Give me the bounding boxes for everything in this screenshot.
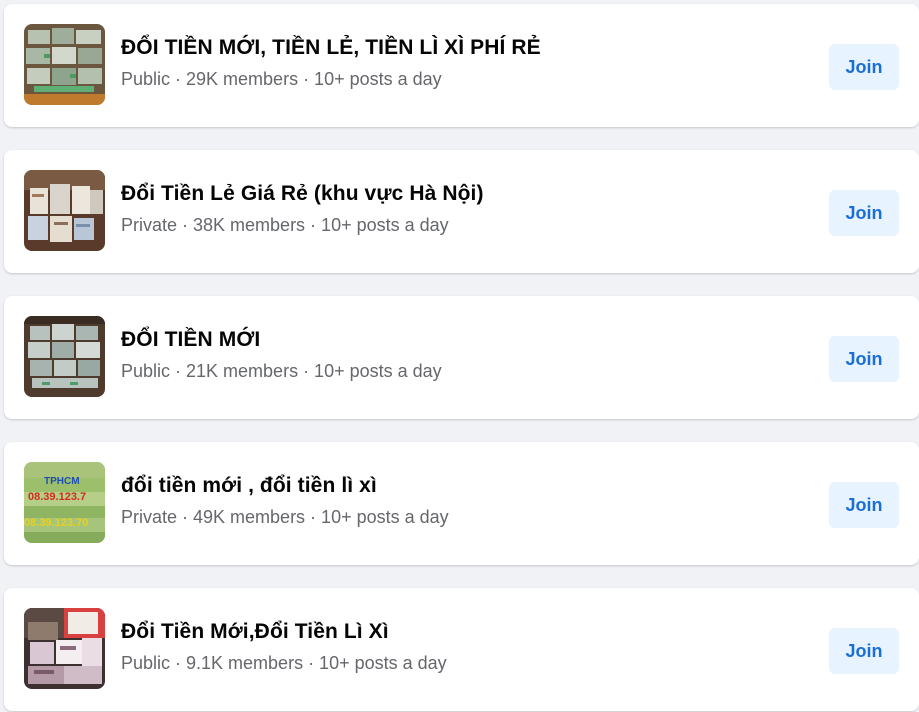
group-title[interactable]: đổi tiền mới , đổi tiền lì xì xyxy=(121,474,377,498)
svg-text:08.39.123.70: 08.39.123.70 xyxy=(24,517,88,529)
svg-text:TPHCM: TPHCM xyxy=(44,476,80,487)
join-button[interactable]: Join xyxy=(829,190,899,236)
group-results-list: ĐỔI TIỀN MỚI, TIỀN LẺ, TIỀN LÌ XÌ PHÍ RẺ… xyxy=(0,0,919,712)
group-title[interactable]: ĐỔI TIỀN MỚI xyxy=(121,328,260,352)
group-thumbnail[interactable] xyxy=(24,316,105,397)
group-card[interactable]: Đổi Tiền Lẻ Giá Rẻ (khu vực Hà Nội) Priv… xyxy=(4,150,919,273)
group-meta: Public · 29K members · 10+ posts a day xyxy=(121,69,442,89)
group-card[interactable]: ĐỔI TIỀN MỚI Public · 21K members · 10+ … xyxy=(4,296,919,419)
banknote-packages-photo-icon xyxy=(24,608,105,689)
money-stacks-photo-icon xyxy=(24,316,105,397)
group-meta: Public · 9.1K members · 10+ posts a day xyxy=(121,653,447,673)
group-card[interactable]: Đổi Tiền Mới,Đổi Tiền Lì Xì Public · 9.1… xyxy=(4,588,919,711)
join-button[interactable]: Join xyxy=(829,336,899,382)
group-thumbnail[interactable] xyxy=(24,608,105,689)
group-meta: Private · 38K members · 10+ posts a day xyxy=(121,215,449,235)
group-card[interactable]: TPHCM 08.39.123.7 08.39.123.70 đổi tiền … xyxy=(4,442,919,565)
group-meta: Private · 49K members · 10+ posts a day xyxy=(121,507,449,527)
money-stacks-phone-number-photo-icon: TPHCM 08.39.123.7 08.39.123.70 xyxy=(24,462,105,543)
group-title[interactable]: Đổi Tiền Lẻ Giá Rẻ (khu vực Hà Nội) xyxy=(121,182,484,206)
group-title[interactable]: Đổi Tiền Mới,Đổi Tiền Lì Xì xyxy=(121,620,389,644)
money-stacks-photo-icon xyxy=(24,24,105,105)
banknote-bundles-photo-icon xyxy=(24,170,105,251)
group-thumbnail[interactable] xyxy=(24,170,105,251)
group-thumbnail[interactable] xyxy=(24,24,105,105)
group-title[interactable]: ĐỔI TIỀN MỚI, TIỀN LẺ, TIỀN LÌ XÌ PHÍ RẺ xyxy=(121,36,541,60)
group-meta: Public · 21K members · 10+ posts a day xyxy=(121,361,442,381)
group-card[interactable]: ĐỔI TIỀN MỚI, TIỀN LẺ, TIỀN LÌ XÌ PHÍ RẺ… xyxy=(4,4,919,127)
join-button[interactable]: Join xyxy=(829,482,899,528)
group-thumbnail[interactable]: TPHCM 08.39.123.7 08.39.123.70 xyxy=(24,462,105,543)
svg-text:08.39.123.7: 08.39.123.7 xyxy=(28,491,86,503)
join-button[interactable]: Join xyxy=(829,44,899,90)
join-button[interactable]: Join xyxy=(829,628,899,674)
